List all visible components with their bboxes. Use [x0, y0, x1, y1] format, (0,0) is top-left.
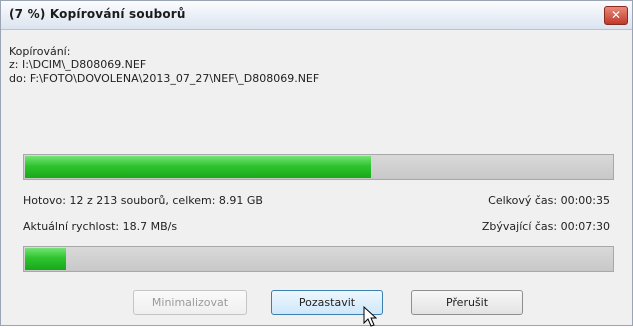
- close-icon: ✕: [610, 8, 622, 22]
- window-title: (7 %) Kopírování souborů: [9, 7, 186, 21]
- copy-label: Kopírování:: [9, 45, 71, 58]
- file-progress-fill: [25, 156, 371, 178]
- mouse-pointer-icon: [363, 306, 377, 327]
- done-status: Hotovo: 12 z 213 souborů, celkem: 8.91 G…: [23, 194, 263, 207]
- source-path: z: I:\DCIM\_D808069.NEF: [9, 58, 147, 71]
- file-progress-bar: [23, 154, 614, 180]
- current-speed: Aktuální rychlost: 18.7 MB/s: [23, 220, 178, 233]
- title-bar[interactable]: (7 %) Kopírování souborů ✕: [1, 1, 632, 30]
- destination-path: do: F:\FOTO\DOVOLENA\2013_07_27\NEF\_D80…: [9, 72, 320, 85]
- copy-dialog: (7 %) Kopírování souborů ✕ Kopírování: z…: [0, 0, 633, 327]
- total-progress-bar: [23, 246, 614, 272]
- dialog-content: Kopírování: z: I:\DCIM\_D808069.NEF do: …: [1, 30, 632, 327]
- total-progress-fill: [25, 248, 66, 270]
- close-button[interactable]: ✕: [604, 6, 628, 25]
- abort-button[interactable]: Přerušit: [411, 290, 523, 315]
- minimize-button[interactable]: Minimalizovat: [133, 290, 247, 315]
- remaining-time: Zbývající čas: 00:07:30: [481, 220, 610, 233]
- total-time: Celkový čas: 00:00:35: [488, 194, 610, 207]
